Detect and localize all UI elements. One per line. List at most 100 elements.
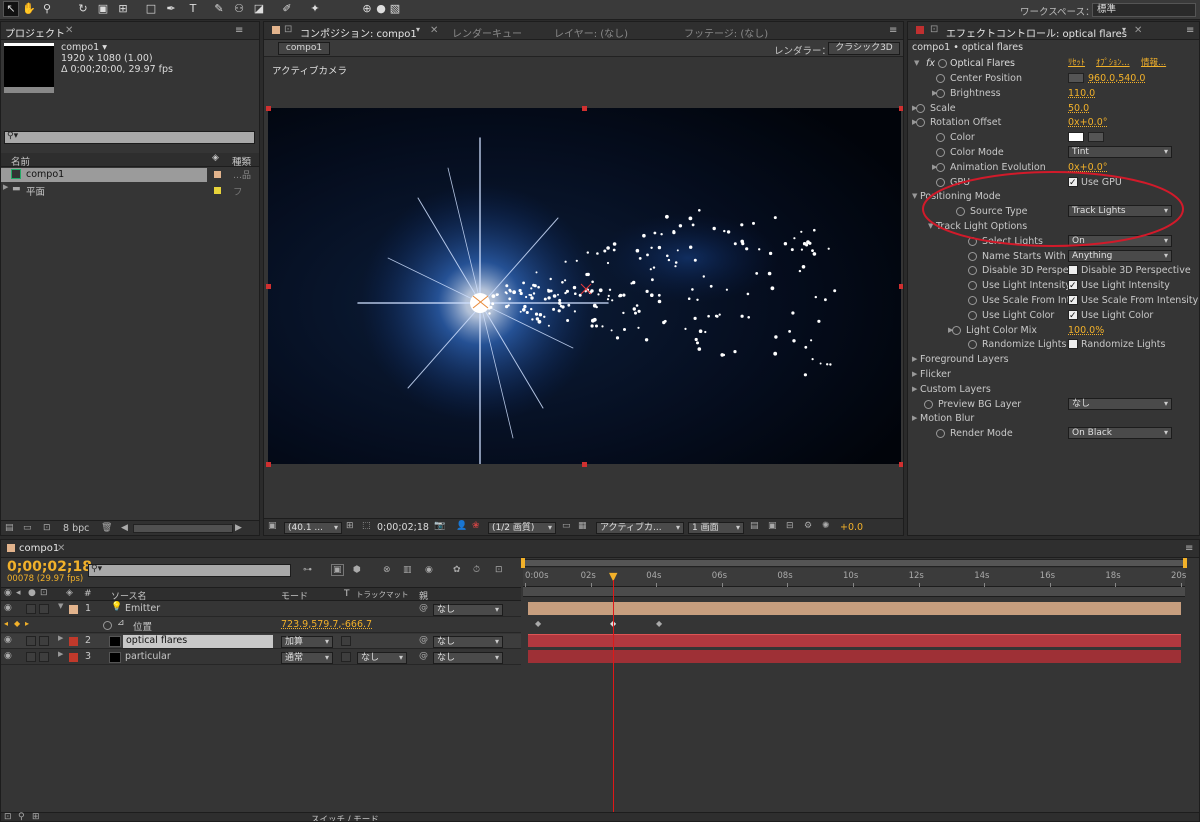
effect-prop-preview-bg-layer[interactable]: Preview BG Layer なし	[908, 397, 1199, 412]
stopwatch-icon[interactable]	[103, 621, 112, 630]
comp-tab-dropdown-icon[interactable]: ▾	[416, 25, 420, 34]
exposure-value[interactable]: +0.0	[840, 522, 863, 533]
fast-previews-icon[interactable]: ▣	[768, 521, 777, 531]
draft-3d-icon[interactable]: ⬢	[353, 565, 361, 575]
time-navigator[interactable]	[523, 559, 1185, 567]
stopwatch-icon[interactable]	[936, 133, 945, 143]
parent-select[interactable]: なし	[433, 604, 503, 616]
flowchart-icon[interactable]: ⚙	[804, 521, 812, 531]
info-link[interactable]: 情報...	[1141, 56, 1166, 71]
position-value[interactable]: 723.9,579.7,-666.7	[281, 619, 372, 630]
stopwatch-icon[interactable]	[968, 266, 977, 276]
prop-value[interactable]: 960.0,540.0	[1088, 71, 1145, 86]
pick-whip-icon[interactable]: @	[419, 651, 428, 661]
scroll-right-icon[interactable]: ▶	[235, 523, 242, 533]
track-matte-select[interactable]: なし	[357, 652, 407, 664]
effect-prop-foreground-layers[interactable]: ▶ Foreground Layers	[908, 352, 1199, 367]
effect-prop-render-mode[interactable]: Render Mode On Black	[908, 426, 1199, 441]
rectangle-tool-icon[interactable]: □	[144, 2, 158, 16]
prop-checkbox[interactable]	[1068, 309, 1078, 324]
prop-checkbox[interactable]	[1068, 339, 1078, 350]
stopwatch-icon[interactable]	[936, 429, 945, 439]
bpc-label[interactable]: 8 bpc	[63, 523, 89, 534]
audio-switch-icon[interactable]: ◂	[16, 588, 21, 598]
effect-controls-tab[interactable]: エフェクトコントロール: optical flares	[946, 25, 1127, 40]
prop-value[interactable]: 50.0	[1068, 101, 1089, 116]
show-snapshot-icon[interactable]: 👤	[456, 521, 467, 531]
stopwatch-icon[interactable]	[968, 251, 977, 261]
channel-icon[interactable]: ❀	[472, 521, 480, 531]
close-icon[interactable]: ✕	[65, 25, 73, 36]
expand-triangle-icon[interactable]: ▶	[912, 352, 917, 367]
pen-tool-icon[interactable]: ✒	[164, 2, 178, 16]
project-item-folder[interactable]: ▶ ▬ 平面	[1, 183, 207, 198]
layer-row[interactable]: ◉ ▼ 1 💡 Emitter @ なし	[1, 602, 521, 617]
eraser-tool-icon[interactable]: ◪	[252, 2, 266, 16]
prop-value[interactable]: 0x+0.0°	[1068, 115, 1107, 130]
blend-mode-select[interactable]: 通常	[281, 652, 333, 664]
renderer-button[interactable]: クラシック3D	[828, 42, 900, 55]
workspace-select[interactable]: 標準	[1092, 3, 1196, 17]
bounding-handle[interactable]	[899, 462, 903, 467]
effect-prop-color[interactable]: Color	[908, 130, 1199, 145]
zoom-tool-icon[interactable]: ⚲	[40, 2, 54, 16]
expand-triangle-icon[interactable]: ▶	[912, 411, 917, 426]
selection-tool-icon[interactable]: ↖	[3, 1, 19, 17]
layer-label-color[interactable]	[69, 637, 78, 646]
keyframe-nav-prev-icon[interactable]: ◂	[4, 619, 8, 628]
puppet-tool-icon[interactable]: ✦	[308, 2, 322, 16]
project-tab[interactable]: プロジェクト	[5, 25, 65, 40]
solo-toggle[interactable]	[26, 652, 36, 662]
stopwatch-icon[interactable]	[968, 281, 977, 291]
auto-keyframe-icon[interactable]: ⏱	[473, 565, 480, 575]
timeline-tab[interactable]: compo1	[19, 543, 59, 554]
camera-tool-icon[interactable]: ▣	[96, 2, 110, 16]
bounding-handle[interactable]	[266, 106, 271, 111]
work-area-bar[interactable]	[523, 587, 1185, 597]
comp-mini-flowchart-icon[interactable]: ⊶	[303, 565, 312, 575]
view-axis-icon[interactable]: ▧	[388, 2, 402, 16]
keyframe-icon[interactable]: ◆	[535, 619, 541, 628]
crosshair-icon[interactable]	[1068, 73, 1084, 83]
col-type[interactable]: 種類	[232, 154, 251, 168]
stopwatch-icon[interactable]	[924, 399, 933, 409]
effect-prop-name-starts-with[interactable]: Name Starts With Anything	[908, 249, 1199, 264]
toggle-switches-modes[interactable]: スイッチ / モード	[311, 813, 379, 821]
solo-toggle[interactable]	[26, 636, 36, 646]
scroll-left-icon[interactable]: ◀	[121, 523, 128, 533]
navigator-end-handle[interactable]	[1183, 558, 1187, 568]
panel-menu-icon[interactable]: ≡	[1185, 543, 1193, 554]
prop-value[interactable]: 100.0%	[1068, 323, 1104, 338]
effect-prop-scale[interactable]: ▶ Scale 50.0	[908, 101, 1199, 116]
layer-label-color[interactable]	[69, 653, 78, 662]
rotate-tool-icon[interactable]: ↻	[76, 2, 90, 16]
transfer-controls-icon[interactable]: ⚲	[18, 812, 25, 821]
layer-switches-icon[interactable]: ⊡	[4, 812, 12, 821]
pick-whip-icon[interactable]: @	[419, 635, 428, 645]
panel-menu-icon[interactable]: ≡	[1186, 25, 1194, 36]
pan-behind-tool-icon[interactable]: ⊞	[116, 2, 130, 16]
bounding-handle[interactable]	[899, 106, 903, 111]
col-parent[interactable]: 親	[419, 589, 428, 602]
prop-checkbox[interactable]	[1068, 265, 1078, 276]
blend-mode-select[interactable]: 加算	[281, 636, 333, 648]
keyframe-icon[interactable]: ◆	[656, 619, 662, 628]
prop-dropdown[interactable]: Anything	[1068, 249, 1172, 262]
frame-blending-icon[interactable]: ▥	[403, 565, 412, 575]
layer-row[interactable]: ◉ ▶ 2 optical flares 加算 @ なし	[1, 634, 521, 649]
stopwatch-icon[interactable]	[936, 148, 945, 157]
graph-editor-icon[interactable]: ⊡	[495, 565, 503, 575]
prop-dropdown[interactable]: なし	[1068, 397, 1172, 410]
zoom-select[interactable]: (40.1 ...	[284, 522, 342, 534]
track-bar-emitter[interactable]	[528, 602, 1181, 615]
layer-name[interactable]: particular	[125, 651, 171, 662]
col-name[interactable]: 名前	[11, 154, 30, 168]
prop-dropdown[interactable]: Tint	[1068, 146, 1172, 158]
horizontal-scrollbar[interactable]	[133, 524, 233, 533]
comp-tab[interactable]: コンポジション: compo1	[300, 25, 417, 40]
effect-prop-brightness[interactable]: ▶ Brightness 110.0	[908, 86, 1199, 101]
lock-switch-icon[interactable]: ⊡	[40, 588, 48, 598]
graph-icon[interactable]: ⊿	[117, 618, 125, 628]
parent-select[interactable]: なし	[433, 652, 503, 664]
world-axis-icon[interactable]: ●	[374, 2, 388, 16]
